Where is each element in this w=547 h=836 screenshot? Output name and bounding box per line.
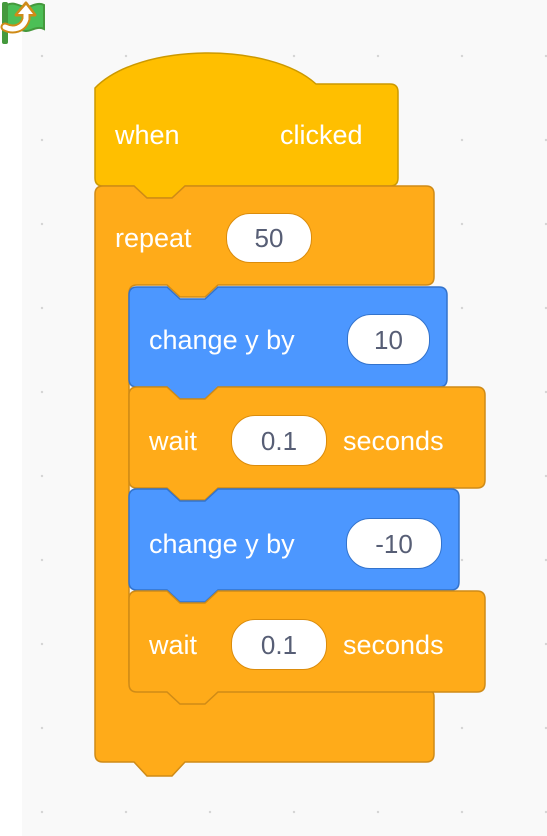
change-y-label-1: change y by xyxy=(149,325,295,355)
wait-seconds-label-2: seconds xyxy=(343,630,444,660)
hat-clicked-label: clicked xyxy=(280,120,363,150)
repeat-count-input[interactable]: 50 xyxy=(226,213,312,263)
wait-seconds-label-1: seconds xyxy=(343,426,444,456)
hat-when-label: when xyxy=(115,120,180,150)
wait-duration-input-2[interactable]: 0.1 xyxy=(231,619,327,670)
change-y-value-input-1[interactable]: 10 xyxy=(347,314,430,365)
wait-label-1: wait xyxy=(149,426,198,456)
wait-duration-input-1[interactable]: 0.1 xyxy=(231,415,327,466)
change-y-label-2: change y by xyxy=(149,529,295,559)
script-stack[interactable]: when clicked repeat 50 change y by 10 wa… xyxy=(0,0,547,836)
loop-arrow-icon xyxy=(0,1,37,34)
wait-label-2: wait xyxy=(149,630,198,660)
change-y-value-input-2[interactable]: -10 xyxy=(346,518,442,569)
repeat-label: repeat xyxy=(115,223,192,253)
